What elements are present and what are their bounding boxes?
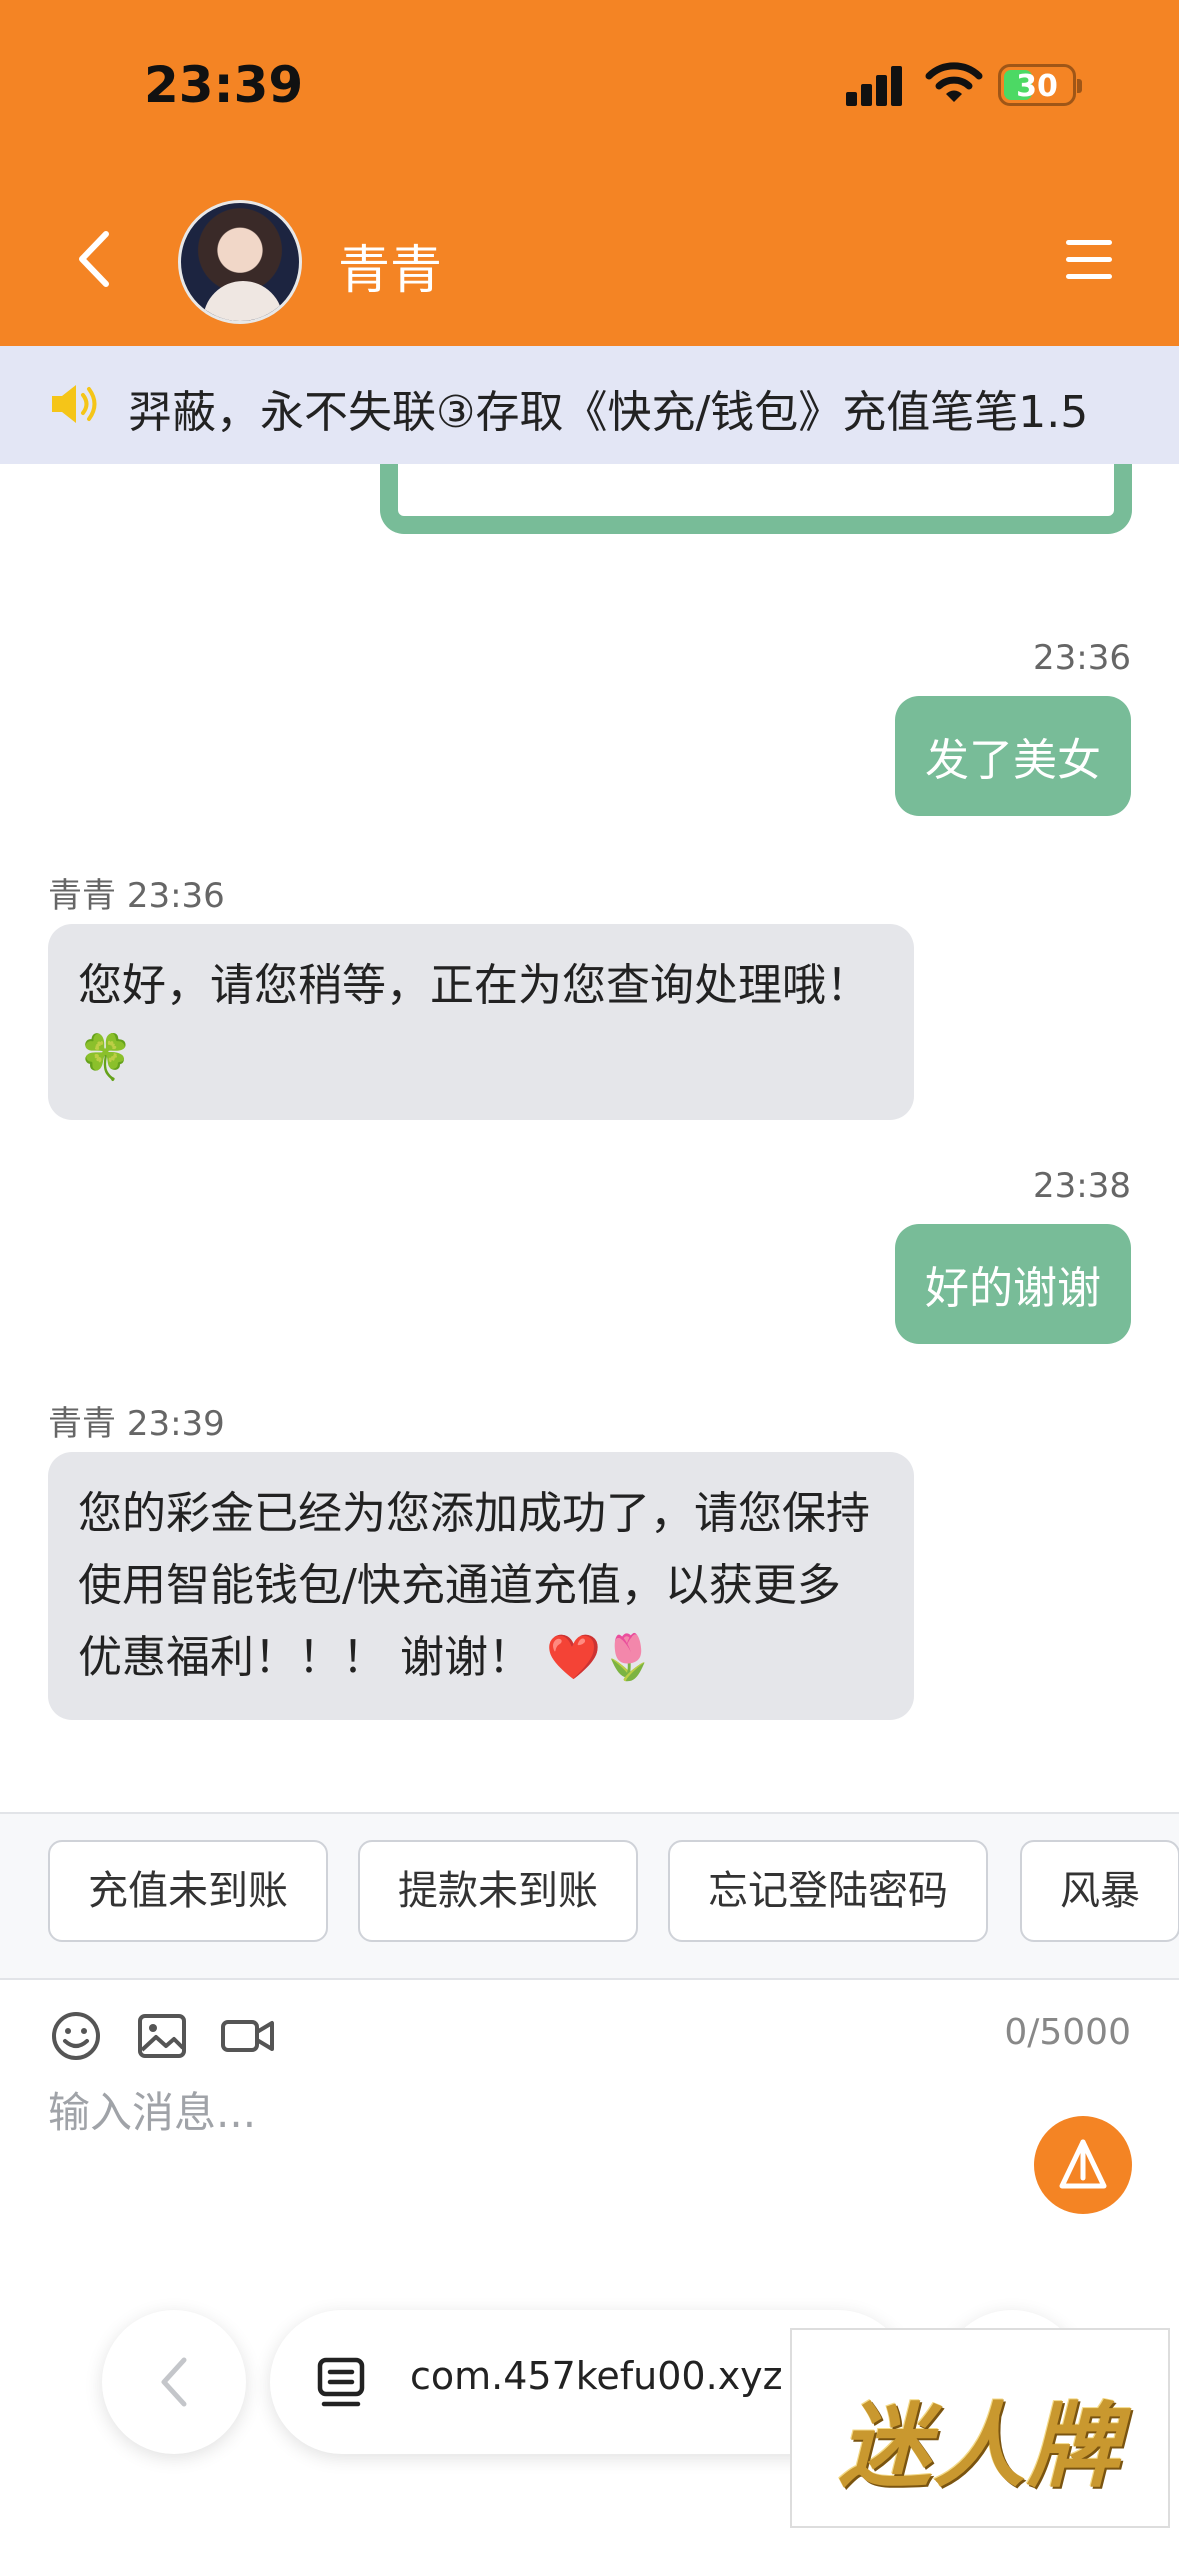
chevron-left-icon <box>161 2357 187 2407</box>
message-meta: 青青 23:39 <box>48 1396 225 1445</box>
url-text: com.457kefu00.xyz <box>410 2354 783 2398</box>
contact-name: 青青 <box>338 241 443 301</box>
outgoing-message[interactable]: 好的谢谢 <box>895 1224 1131 1344</box>
browser-back-button[interactable] <box>102 2310 246 2454</box>
video-icon[interactable] <box>220 2010 276 2062</box>
menu-icon[interactable] <box>1066 240 1112 280</box>
emoji-icon[interactable] <box>50 2010 102 2062</box>
battery-level: 30 <box>1016 69 1058 104</box>
sender-name: 青青 <box>48 1404 116 1444</box>
speaker-icon <box>52 385 97 423</box>
message-meta: 青青 23:36 <box>48 868 225 917</box>
avatar[interactable] <box>178 200 302 324</box>
quick-reply-button[interactable]: 提款未到账 <box>358 1840 638 1942</box>
send-button[interactable] <box>1034 2116 1132 2214</box>
back-icon[interactable] <box>72 228 116 290</box>
sender-name: 青青 <box>48 876 116 916</box>
image-message[interactable] <box>380 464 1132 534</box>
image-icon[interactable] <box>136 2010 188 2062</box>
character-counter: 0/5000 <box>1004 2012 1131 2053</box>
message-list[interactable]: 23:36 发了美女 青青 23:36 您好，请您稍等，正在为您查询处理哦！🍀 … <box>0 464 1179 1812</box>
wifi-icon <box>925 62 983 102</box>
battery-icon: 30 <box>998 64 1082 106</box>
message-time: 23:39 <box>126 1404 225 1444</box>
composer: 0/5000 com.457kefu00.xyz 迷人牌 <box>0 1980 1179 2556</box>
status-time: 23:39 <box>144 56 304 114</box>
watermark-text: 迷人牌 <box>838 2393 1121 2500</box>
message-time: 23:36 <box>1033 638 1131 678</box>
chat-header: 23:39 30 青青 <box>0 0 1179 346</box>
message-time: 23:36 <box>126 876 225 916</box>
incoming-message[interactable]: 您的彩金已经为您添加成功了，请您保持使用智能钱包/快充通道充值，以获更多优惠福利… <box>48 1452 914 1720</box>
quick-reply-button[interactable]: 风暴 <box>1020 1840 1179 1942</box>
notice-bar[interactable]: 羿蔽，永不失联③存取《快充/钱包》充值笔笔1.5 <box>0 346 1179 464</box>
tab-pages-icon <box>317 2357 365 2407</box>
message-time: 23:38 <box>1033 1166 1131 1206</box>
send-icon <box>1059 2139 1107 2189</box>
notice-text: 羿蔽，永不失联③存取《快充/钱包》充值笔笔1.5 <box>128 387 1089 438</box>
signal-icon <box>846 66 904 106</box>
outgoing-message[interactable]: 发了美女 <box>895 696 1131 816</box>
incoming-message[interactable]: 您好，请您稍等，正在为您查询处理哦！🍀 <box>48 924 914 1120</box>
quick-reply-button[interactable]: 忘记登陆密码 <box>668 1840 988 1942</box>
watermark-logo: 迷人牌 <box>790 2328 1170 2528</box>
quick-reply-bar[interactable]: 充值未到账 提款未到账 忘记登陆密码 风暴 <box>0 1812 1179 1980</box>
quick-reply-button[interactable]: 充值未到账 <box>48 1840 328 1942</box>
message-input[interactable] <box>48 2082 948 2142</box>
